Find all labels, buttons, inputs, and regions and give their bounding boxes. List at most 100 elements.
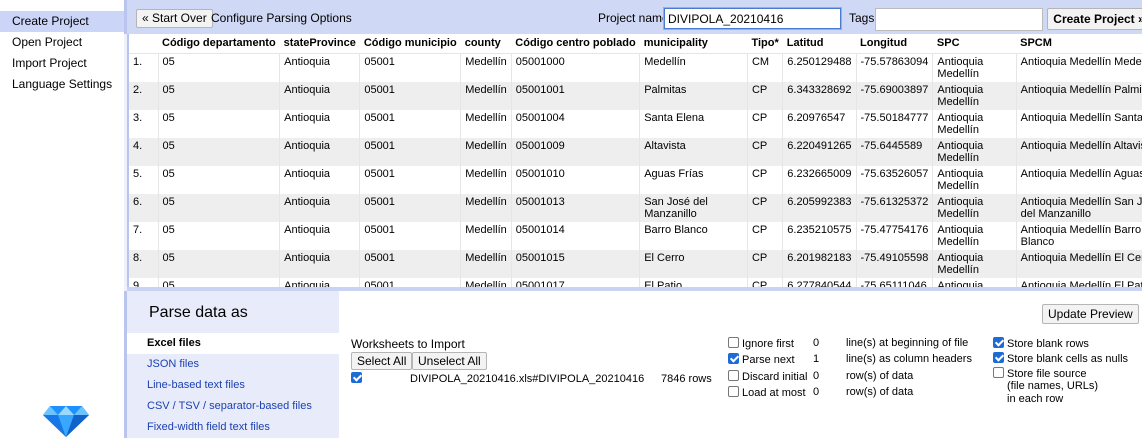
format-line-based-text-files[interactable]: Line-based text files: [127, 375, 339, 396]
load-at-most-input[interactable]: [813, 385, 841, 399]
table-cell: -75.49105598: [855, 249, 933, 278]
table-cell: 6.250129488: [782, 53, 856, 82]
table-cell: Antioquia: [279, 193, 360, 222]
store-blank-rows-checkbox[interactable]: [993, 337, 1004, 348]
table-cell: 05001001: [510, 81, 640, 110]
column-header[interactable]: municipality: [639, 34, 748, 54]
parse-next-option[interactable]: Parse next: [728, 353, 795, 366]
update-preview-button[interactable]: Update Preview: [1042, 304, 1139, 324]
table-cell: Antioquia Medellín: [932, 137, 1017, 166]
table-cell: 05001: [359, 109, 461, 138]
column-header[interactable]: stateProvince: [279, 34, 360, 54]
tags-input[interactable]: [875, 8, 1043, 31]
table-cell: 05: [157, 165, 280, 194]
ignore-first-option[interactable]: Ignore first: [728, 337, 794, 350]
load-at-most-checkbox[interactable]: [728, 386, 739, 397]
table-cell: 05001: [359, 193, 461, 222]
table-cell: Medellín: [460, 221, 512, 250]
table-cell: Altavista: [639, 137, 748, 166]
discard-initial-input[interactable]: [813, 369, 841, 383]
format-json-files[interactable]: JSON files: [127, 354, 339, 375]
store-blank-cells-checkbox[interactable]: [993, 352, 1004, 363]
nav-import-project[interactable]: Import Project: [0, 53, 124, 74]
parse-next-label: Parse next: [742, 354, 795, 366]
table-row: 2. 05 Antioquia 05001 Medellín 05001001 Palmit…: [129, 81, 1142, 110]
table-cell: Medellín: [460, 165, 512, 194]
format-fixed-width-files[interactable]: Fixed-width field text files: [127, 417, 339, 438]
ignore-first-checkbox[interactable]: [728, 337, 739, 348]
column-header[interactable]: Código departamento: [158, 34, 280, 54]
column-header[interactable]: Tipo*: [747, 34, 783, 54]
table-cell: CP: [746, 193, 783, 222]
discard-initial-option[interactable]: Discard initial: [728, 370, 807, 383]
store-file-source-checkbox[interactable]: [993, 367, 1004, 378]
table-cell: Antioquia Medellín Palmitas: [1015, 81, 1142, 110]
table-row: 7. 05 Antioquia 05001 Medellín 05001014 Barro …: [129, 221, 1142, 250]
store-blank-rows-label: Store blank rows: [1007, 338, 1089, 350]
table-cell: Antioquia Medellín: [932, 53, 1017, 82]
store-blank-cells-option[interactable]: Store blank cells as nulls: [993, 352, 1128, 365]
column-header[interactable]: SPCM: [1016, 34, 1142, 54]
nav-language-settings[interactable]: Language Settings: [0, 74, 124, 95]
table-cell: Antioquia Medellín Aguas Frías: [1015, 165, 1142, 194]
row-index: 3.: [129, 109, 158, 138]
discard-initial-checkbox[interactable]: [728, 370, 739, 381]
row-index: 4.: [129, 137, 158, 166]
table-cell: 05001: [359, 81, 461, 110]
column-header[interactable]: Latitud: [782, 34, 856, 54]
store-file-source-option[interactable]: Store file source: [993, 367, 1086, 380]
unselect-all-button[interactable]: Unselect All: [412, 352, 487, 370]
table-cell: 05: [157, 193, 280, 222]
column-header[interactable]: county: [460, 34, 512, 54]
table-cell: 6.232665009: [782, 165, 856, 194]
worksheet-name: DIVIPOLA_20210416.xls#DIVIPOLA_20210416: [410, 373, 645, 385]
store-blank-rows-option[interactable]: Store blank rows: [993, 337, 1089, 350]
table-cell: 05: [157, 53, 280, 82]
nav-open-project[interactable]: Open Project: [0, 32, 124, 53]
data-preview-table[interactable]: Código departamento stateProvince Código m…: [127, 34, 1142, 287]
parse-options-panel: Update Preview Worksheets to Import Sele…: [339, 291, 1142, 438]
column-header[interactable]: SPC: [932, 34, 1017, 54]
worksheet-checkbox[interactable]: [351, 372, 362, 383]
load-at-most-option[interactable]: Load at most: [728, 386, 806, 399]
table-cell: Medellín: [460, 137, 512, 166]
worksheet-row-count: 7846 rows: [661, 373, 712, 385]
column-header[interactable]: Longitud: [856, 34, 933, 54]
table-row: 5. 05 Antioquia 05001 Medellín 05001010 Aguas …: [129, 165, 1142, 194]
table-cell: 05001004: [510, 109, 640, 138]
table-cell: Antioquia Medellín: [932, 221, 1017, 250]
format-excel-files[interactable]: Excel files: [127, 333, 339, 354]
ignore-first-input[interactable]: [813, 336, 841, 350]
table-cell: Medellín: [460, 249, 512, 278]
table-row: 3. 05 Antioquia 05001 Medellín 05001004 Santa …: [129, 109, 1142, 138]
create-project-button[interactable]: Create Project »: [1047, 8, 1142, 30]
table-row: 9. 05 Antioquia 05001 Medellín 05001017 El Pat…: [129, 277, 1142, 287]
header-bar: « Start Over Configure Parsing Options P…: [124, 0, 1142, 34]
select-all-button[interactable]: Select All: [351, 352, 413, 370]
page-title: Configure Parsing Options: [211, 11, 352, 25]
table-cell: Medellín: [460, 109, 512, 138]
table-cell: El Patio: [639, 277, 748, 287]
project-name-input[interactable]: [663, 7, 842, 30]
column-header[interactable]: Código municipio: [359, 34, 461, 54]
table-cell: 05: [157, 249, 280, 278]
parse-next-checkbox[interactable]: [728, 353, 739, 364]
column-header[interactable]: Código centro poblado: [511, 34, 640, 54]
parse-next-input[interactable]: [813, 352, 841, 366]
table-cell: CM: [746, 53, 783, 82]
table-cell: CP: [746, 137, 783, 166]
table-cell: Antioquia: [279, 277, 360, 287]
table-cell: Barro Blanco: [639, 221, 748, 250]
start-over-button[interactable]: « Start Over: [136, 9, 213, 28]
table-cell: Antioquia: [279, 109, 360, 138]
store-file-source-label: Store file source: [1007, 368, 1087, 380]
table-cell: 05: [157, 81, 280, 110]
nav-create-project[interactable]: Create Project: [0, 11, 124, 32]
format-csv-tsv-files[interactable]: CSV / TSV / separator-based files: [127, 396, 339, 417]
row-index-header[interactable]: [129, 34, 158, 54]
parse-format-panel: Parse data as Excel files JSON files Lin…: [124, 291, 339, 438]
table-cell: 6.20976547: [782, 109, 856, 138]
ignore-first-label: Ignore first: [742, 338, 794, 350]
table-cell: 6.277840544: [782, 277, 856, 287]
table-cell: Antioquia Medellín: [932, 277, 1017, 287]
